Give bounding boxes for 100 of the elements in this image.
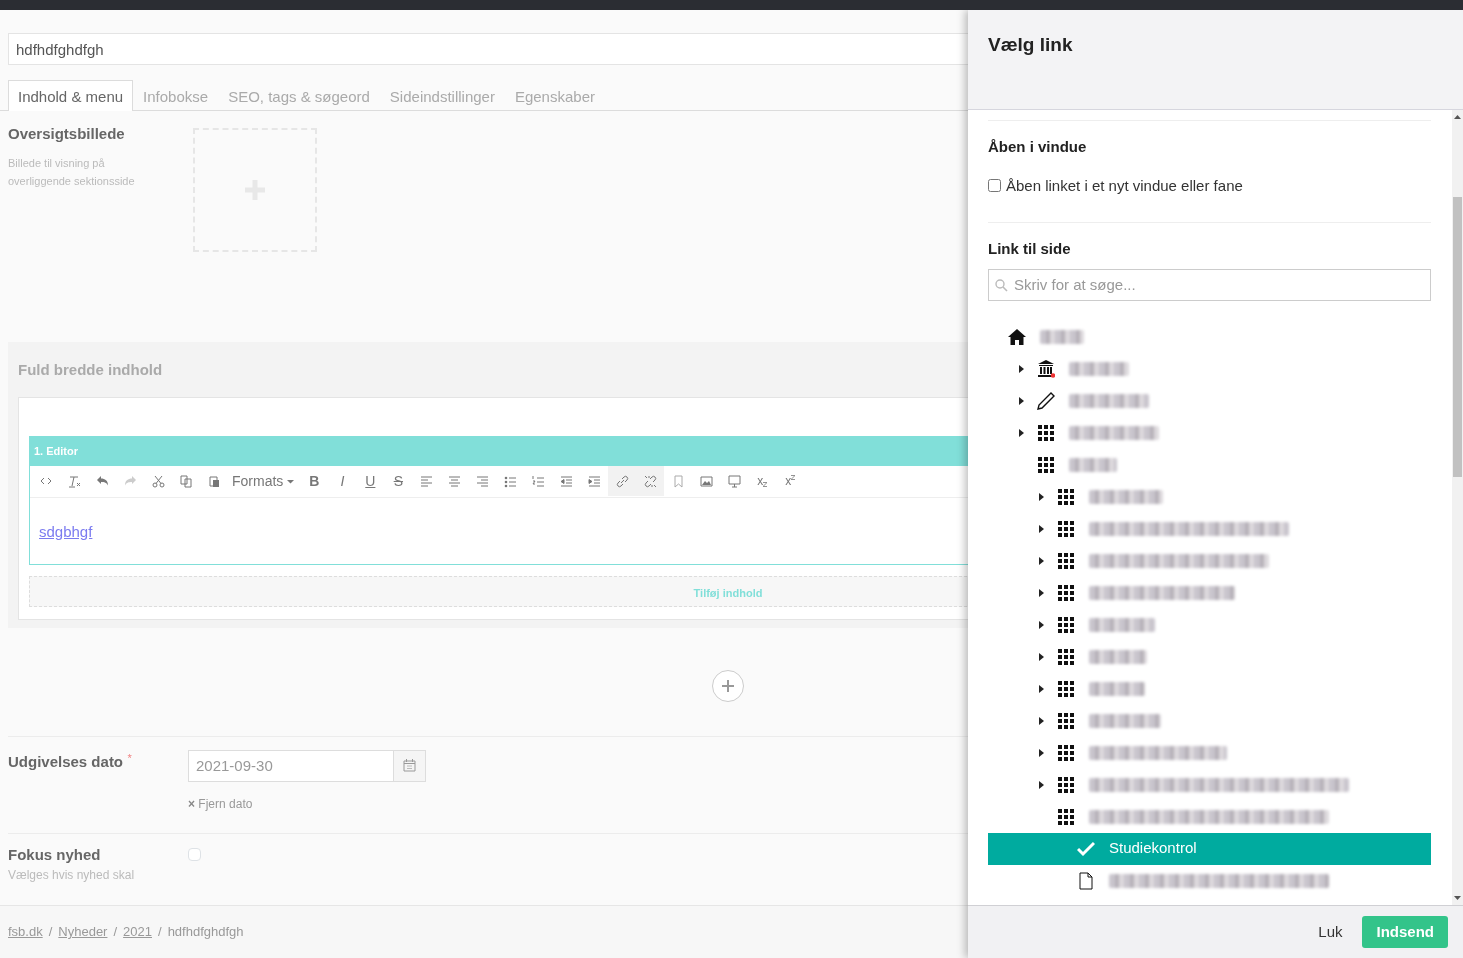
content-link[interactable]: sdgbhgf	[39, 522, 93, 540]
expand-caret-icon[interactable]	[1038, 588, 1044, 597]
expand-caret-icon[interactable]	[1018, 396, 1024, 405]
align-center-icon	[447, 474, 461, 488]
search-icon	[995, 278, 1008, 292]
search-field[interactable]: Skriv for at søge...	[988, 268, 1431, 301]
field-label: Fokus nyhed	[8, 844, 102, 865]
unlink-button[interactable]	[636, 466, 665, 496]
tree-item[interactable]: Studiekontrol	[988, 832, 1431, 865]
section-heading: Fuld bredde indhold	[18, 361, 163, 378]
breadcrumb-separator: /	[113, 923, 118, 942]
calendar-icon	[403, 759, 416, 772]
remove-icon[interactable]: ×	[188, 796, 195, 811]
checkbox-label[interactable]: Åben linket i et nyt vindue eller fane	[988, 174, 1431, 197]
strikethrough-button[interactable]: S	[384, 466, 413, 496]
checkbox[interactable]	[188, 847, 201, 861]
broken-link-icon	[643, 474, 657, 488]
tab[interactable]: Indhold & menu	[8, 80, 134, 111]
underline-button[interactable]: U	[356, 466, 385, 496]
expand-caret-icon[interactable]	[1038, 684, 1044, 693]
field-label: Oversigtsbillede	[8, 124, 126, 144]
bullet-list-icon	[503, 474, 517, 488]
section-heading: Åben i vindue	[988, 137, 1088, 157]
grid-icon	[1057, 711, 1075, 730]
tab[interactable]: Infobokse	[133, 80, 219, 111]
redo-icon	[123, 474, 137, 488]
bookmark-icon	[671, 474, 685, 488]
field-label: Udgivelses dato	[8, 752, 124, 770]
scroll-up-icon[interactable]	[1454, 115, 1461, 119]
date-field[interactable]: 2021-09-30	[188, 749, 394, 782]
expand-caret-icon[interactable]	[1038, 524, 1044, 533]
grid-icon	[1057, 679, 1075, 698]
scroll-down-icon[interactable]	[1454, 896, 1461, 900]
scrollbar[interactable]	[1452, 110, 1463, 905]
expand-caret-icon[interactable]	[1038, 748, 1044, 757]
align-right-icon	[475, 474, 489, 488]
grid-icon	[1057, 551, 1075, 570]
breadcrumb-separator: /	[158, 923, 162, 942]
grid-icon	[1057, 743, 1075, 762]
calendar-button[interactable]	[394, 749, 426, 782]
subscript-icon	[763, 482, 768, 487]
expand-caret-icon[interactable]	[1038, 716, 1044, 725]
close-button[interactable]: Luk	[1312, 919, 1349, 945]
document-icon	[1077, 871, 1095, 890]
superscript-icon	[791, 475, 796, 480]
numbered-list-icon	[531, 474, 545, 488]
expand-caret-icon[interactable]	[1038, 492, 1044, 501]
expand-caret-icon[interactable]	[1038, 620, 1044, 629]
expand-caret-icon[interactable]	[1038, 556, 1044, 565]
checkmark-icon	[1077, 839, 1095, 858]
expand-caret-icon[interactable]	[1018, 364, 1024, 373]
grid-icon	[1037, 455, 1055, 474]
breadcrumb-link[interactable]: 2021	[123, 922, 152, 942]
breadcrumb-link[interactable]: fsb.dk	[8, 922, 43, 942]
help-text: Billede til visning på overliggende sektionsside	[8, 155, 136, 189]
formats-dropdown[interactable]: Formats	[228, 466, 301, 496]
image-icon	[699, 474, 713, 488]
grid-icon	[1057, 487, 1075, 506]
required-marker: *	[127, 751, 132, 764]
copy-icon	[179, 474, 193, 488]
submit-button[interactable]: Indsend	[1362, 915, 1448, 949]
indent-icon	[587, 474, 601, 488]
section-heading: Link til side	[988, 239, 1072, 259]
italic-button[interactable]: I	[328, 466, 357, 496]
remove-date-link[interactable]: Fjern dato	[198, 796, 253, 811]
plus-icon	[722, 679, 734, 692]
expand-caret-icon[interactable]	[1018, 428, 1024, 437]
align-left-icon	[419, 474, 433, 488]
grid-icon	[1057, 807, 1075, 826]
paste-icon	[207, 474, 221, 488]
tab[interactable]: SEO, tags & søgeord	[218, 80, 380, 111]
help-text: Vælges hvis nyhed skal	[8, 867, 136, 884]
scrollbar-thumb[interactable]	[1453, 197, 1462, 477]
grid-icon	[1057, 583, 1075, 602]
checkbox[interactable]	[988, 179, 1001, 193]
breadcrumb-separator: /	[48, 923, 53, 942]
outdent-icon	[559, 474, 573, 488]
bold-button[interactable]: B	[300, 466, 329, 496]
subscript-button[interactable]: x	[748, 466, 777, 496]
link-icon	[615, 474, 629, 488]
bank-icon	[1037, 359, 1055, 378]
monitor-icon	[727, 474, 741, 488]
breadcrumb-current: hdfhdfghdfgh	[167, 923, 244, 942]
grid-icon	[1057, 775, 1075, 794]
grid-icon	[1057, 647, 1075, 666]
breadcrumb-link[interactable]: Nyheder	[58, 922, 108, 942]
link-button[interactable]	[608, 466, 637, 496]
tab[interactable]: Sideindstillinger	[379, 80, 505, 111]
expand-caret-icon[interactable]	[1038, 780, 1044, 789]
tree-label: Studiekontrol	[1109, 838, 1197, 859]
grid-icon	[1057, 615, 1075, 634]
home-icon	[1008, 327, 1026, 346]
add-section-button[interactable]	[712, 669, 744, 702]
grid-icon	[1037, 423, 1055, 442]
tab[interactable]: Egenskaber	[504, 80, 605, 111]
superscript-button[interactable]: x	[776, 466, 805, 496]
undo-icon	[95, 474, 109, 488]
grid-icon	[1057, 519, 1075, 538]
scissors-icon	[151, 474, 165, 488]
expand-caret-icon[interactable]	[1038, 652, 1044, 661]
